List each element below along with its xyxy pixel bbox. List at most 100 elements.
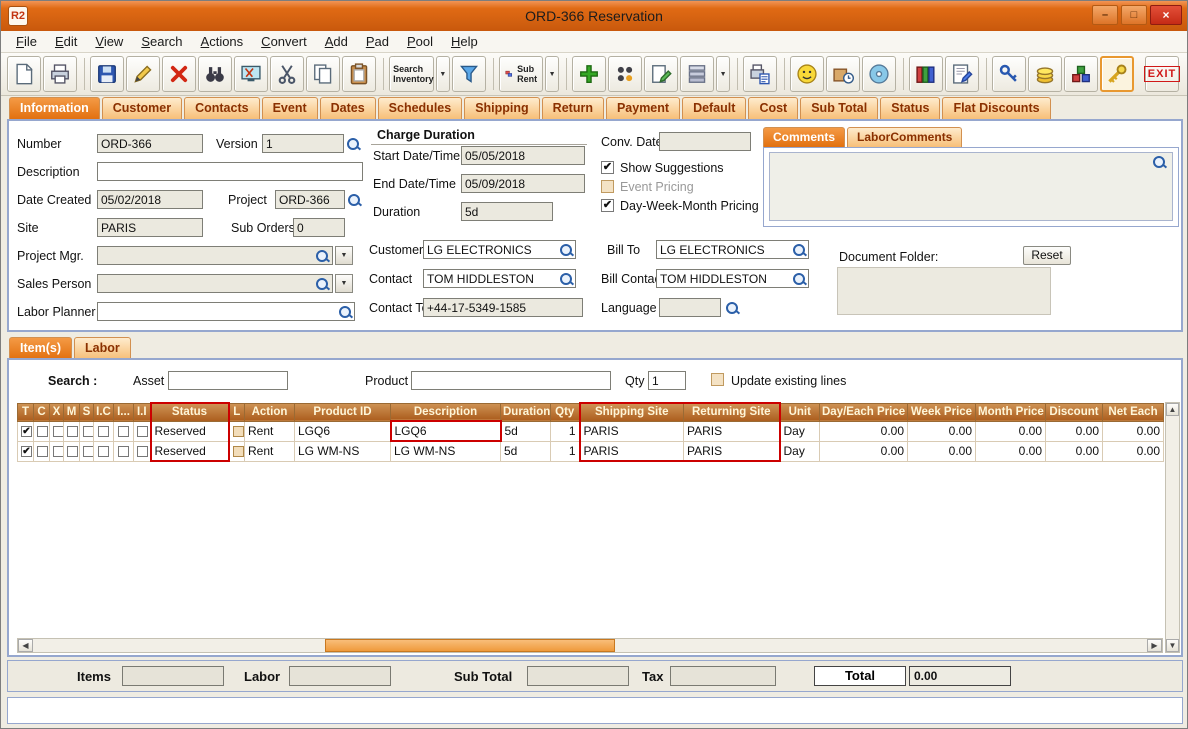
sales-person-field[interactable] xyxy=(97,274,333,293)
project-mgr-lookup-icon[interactable] xyxy=(315,249,330,264)
tab-shipping[interactable]: Shipping xyxy=(464,97,540,119)
unit-cell[interactable]: Day xyxy=(779,420,820,442)
tab-cost[interactable]: Cost xyxy=(748,97,799,119)
comments-textarea[interactable] xyxy=(769,152,1173,221)
menu-pool[interactable]: Pool xyxy=(400,32,440,51)
month-price-cell[interactable]: 0.00 xyxy=(975,440,1046,462)
sales-person-lookup-icon[interactable] xyxy=(315,277,330,292)
tab-contacts[interactable]: Contacts xyxy=(184,97,260,119)
write-notes-button[interactable] xyxy=(945,56,980,92)
returning-site-cell[interactable]: PARIS xyxy=(683,420,781,442)
action-cell[interactable]: Rent xyxy=(244,440,295,462)
bill-contact-field[interactable] xyxy=(656,269,809,288)
scroll-left-button[interactable]: ◀ xyxy=(18,639,33,652)
edit-note-button[interactable] xyxy=(644,56,679,92)
search-inventory-dropdown[interactable]: ▼ xyxy=(435,56,450,92)
contact-tel-field[interactable] xyxy=(423,298,583,317)
date-created-field[interactable] xyxy=(97,190,203,209)
tab-labor[interactable]: Labor xyxy=(73,337,131,359)
tab-schedules[interactable]: Schedules xyxy=(377,97,463,119)
comments-lookup-icon[interactable] xyxy=(1152,155,1167,170)
i2-checkbox-cell[interactable] xyxy=(113,420,134,442)
tab-labor-comments[interactable]: LaborComments xyxy=(847,127,963,147)
conv-date-field[interactable] xyxy=(659,132,751,151)
menu-search[interactable]: Search xyxy=(134,32,189,51)
net-each-cell[interactable]: 0.00 xyxy=(1102,420,1164,442)
bill-to-lookup-icon[interactable] xyxy=(792,243,807,258)
action-cell[interactable]: Rent xyxy=(244,420,295,442)
cut-button[interactable] xyxy=(270,56,304,92)
maximize-button[interactable]: □ xyxy=(1121,5,1147,25)
shipping-site-cell[interactable]: PARIS xyxy=(578,420,684,442)
project-mgr-dropdown[interactable]: ▼ xyxy=(335,246,353,265)
dwm-pricing-checkbox[interactable]: ✔ xyxy=(601,199,614,212)
delete-button[interactable] xyxy=(162,56,196,92)
contact-lookup-icon[interactable] xyxy=(559,272,574,287)
l-checkbox-cell[interactable] xyxy=(228,440,245,462)
key-tool-button[interactable] xyxy=(992,56,1027,92)
minimize-button[interactable]: – xyxy=(1092,5,1118,25)
tab-sub-total[interactable]: Sub Total xyxy=(800,97,879,119)
status-cell[interactable]: Reserved xyxy=(149,440,230,462)
tab-flat-discounts[interactable]: Flat Discounts xyxy=(942,97,1051,119)
scroll-up-button[interactable]: ▲ xyxy=(1166,403,1179,416)
product-input[interactable] xyxy=(411,371,611,390)
version-field[interactable] xyxy=(262,134,344,153)
unit-cell[interactable]: Day xyxy=(779,440,820,462)
number-field[interactable] xyxy=(97,134,203,153)
menu-add[interactable]: Add xyxy=(318,32,355,51)
scroll-right-button[interactable]: ▶ xyxy=(1147,639,1162,652)
tab-comments[interactable]: Comments xyxy=(763,127,846,147)
discount-cell[interactable]: 0.00 xyxy=(1045,420,1103,442)
tab-default[interactable]: Default xyxy=(682,97,747,119)
tab-return[interactable]: Return xyxy=(541,97,604,119)
tab-event[interactable]: Event xyxy=(261,97,318,119)
print-report-button[interactable] xyxy=(743,56,778,92)
language-lookup-icon[interactable] xyxy=(725,301,740,316)
pad-dropdown[interactable]: ▼ xyxy=(716,56,731,92)
smiley-button[interactable] xyxy=(790,56,825,92)
menu-file[interactable]: File xyxy=(9,32,44,51)
s-checkbox-cell[interactable] xyxy=(79,440,94,462)
print-button[interactable] xyxy=(43,56,77,92)
qty-input[interactable] xyxy=(648,371,686,390)
project-field[interactable] xyxy=(275,190,345,209)
description-cell[interactable]: LG WM-NS xyxy=(390,440,501,462)
labor-planner-lookup-icon[interactable] xyxy=(338,305,353,320)
duration-cell[interactable]: 5d xyxy=(500,420,551,442)
bill-to-field[interactable] xyxy=(656,240,809,259)
menu-pad[interactable]: Pad xyxy=(359,32,396,51)
vertical-scrollbar[interactable]: ▲ ▼ xyxy=(1165,402,1180,653)
menu-convert[interactable]: Convert xyxy=(254,32,314,51)
menu-actions[interactable]: Actions xyxy=(194,32,251,51)
m-checkbox-cell[interactable] xyxy=(63,420,80,442)
add-line-button[interactable] xyxy=(572,56,607,92)
m-checkbox-cell[interactable] xyxy=(63,440,80,462)
save-button[interactable] xyxy=(90,56,124,92)
tab-items[interactable]: Item(s) xyxy=(9,337,72,359)
close-button[interactable]: × xyxy=(1150,5,1182,25)
qty-cell[interactable]: 1 xyxy=(550,440,580,462)
shipping-site-cell[interactable]: PARIS xyxy=(578,440,684,462)
update-existing-lines-checkbox[interactable] xyxy=(711,373,724,386)
horizontal-scrollbar[interactable]: ◀ ▶ xyxy=(17,638,1163,653)
sales-person-dropdown[interactable]: ▼ xyxy=(335,274,353,293)
item-row[interactable]: ✔ Reserved Rent LG WM-NS LG WM-NS 5d 1 P… xyxy=(17,440,1164,462)
week-price-cell[interactable]: 0.00 xyxy=(907,440,976,462)
asset-input[interactable] xyxy=(168,371,288,390)
ic-checkbox-cell[interactable] xyxy=(93,440,114,462)
tab-payment[interactable]: Payment xyxy=(605,97,681,119)
search-inventory-button[interactable]: Search Inventory xyxy=(389,56,434,92)
menu-help[interactable]: Help xyxy=(444,32,485,51)
product-id-cell[interactable]: LG WM-NS xyxy=(294,440,391,462)
tab-dates[interactable]: Dates xyxy=(319,97,376,119)
ii-checkbox-cell[interactable] xyxy=(133,420,151,442)
pad-button[interactable] xyxy=(680,56,715,92)
customer-field[interactable] xyxy=(423,240,576,259)
title-bar[interactable]: R2 ORD-366 Reservation – □ × xyxy=(1,1,1187,31)
project-lookup-icon[interactable] xyxy=(347,193,362,208)
description-cell[interactable]: LGQ6 xyxy=(389,420,502,442)
money-button[interactable] xyxy=(1028,56,1063,92)
reset-button[interactable]: Reset xyxy=(1023,246,1071,265)
new-document-button[interactable] xyxy=(7,56,41,92)
